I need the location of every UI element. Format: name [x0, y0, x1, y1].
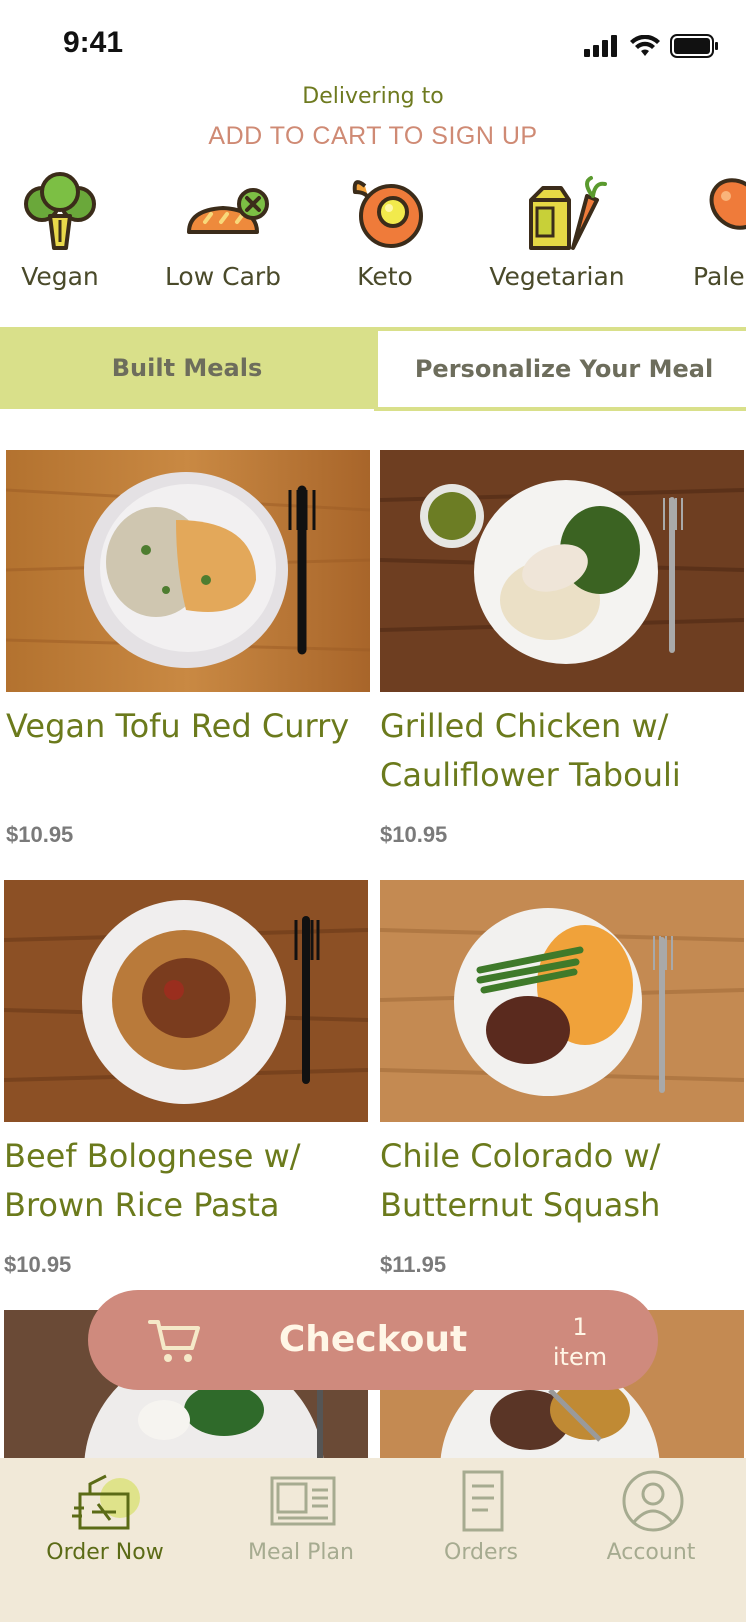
milk-carrot-icon [529, 176, 607, 250]
category-label: Paleo [693, 262, 746, 291]
meal-name: Grilled Chicken w/ Cauliflower Tabouli [380, 707, 681, 794]
egg-icon [352, 180, 423, 248]
meal-photo[interactable] [380, 880, 744, 1122]
signal-icon [584, 35, 617, 57]
bread-crossed-icon [187, 188, 269, 234]
drumstick-icon [709, 178, 746, 230]
order-bag-icon [72, 1474, 140, 1530]
tab-label: Orders [444, 1540, 518, 1565]
category-row[interactable]: Vegan Low Carb Keto Vegetarian Pale [0, 170, 746, 310]
tab-label: Meal Plan [248, 1540, 354, 1565]
category-label: Keto [357, 262, 413, 291]
status-bar: 9:41 [0, 0, 746, 90]
meal-price: $10.95 [4, 1252, 72, 1277]
bottom-tab-bar: Order Now Meal Plan Orders Account [0, 1458, 746, 1622]
tab-personalize-meal[interactable]: Personalize Your Meal [374, 327, 746, 411]
tab-label: Account [606, 1540, 696, 1565]
category-label: Low Carb [164, 262, 282, 291]
meal-photo[interactable] [380, 450, 744, 692]
wifi-icon [630, 35, 660, 56]
tab-account[interactable]: Account [558, 1458, 744, 1578]
category-label: Vegan [21, 262, 99, 291]
meal-price: $11.95 [380, 1252, 447, 1277]
category-label: Vegetarian [489, 262, 625, 291]
meal-price: $10.95 [6, 822, 74, 847]
meal-type-tabs: Built Meals Personalize Your Meal [0, 327, 746, 411]
broccoli-icon [24, 172, 96, 250]
tab-label: Order Now [46, 1540, 164, 1565]
receipt-icon [462, 1470, 504, 1532]
delivering-to-label: Delivering to [302, 84, 444, 109]
tab-built-meals[interactable]: Built Meals [0, 327, 374, 409]
tab-order-now[interactable]: Order Now [12, 1458, 198, 1578]
meal-price: $10.95 [380, 822, 448, 847]
tab-meal-plan[interactable]: Meal Plan [208, 1458, 394, 1578]
status-time: 9:41 [63, 26, 124, 59]
battery-icon [670, 34, 718, 58]
status-icons [584, 34, 718, 58]
meal-name: Beef Bolognese w/ Brown Rice Pasta [4, 1137, 301, 1224]
signup-prompt[interactable]: ADD TO CART TO SIGN UP [0, 122, 746, 151]
checkout-button[interactable]: Checkout 1 item [88, 1290, 658, 1390]
cart-item-count: 1 item [540, 1312, 620, 1372]
tab-orders[interactable]: Orders [388, 1458, 574, 1578]
cart-count-number: 1 [572, 1313, 588, 1341]
cart-count-unit: item [552, 1343, 608, 1371]
meal-photo[interactable] [4, 880, 368, 1122]
meal-photo[interactable] [6, 450, 370, 692]
account-icon [622, 1470, 684, 1532]
meal-name: Chile Colorado w/ Butternut Squash [380, 1137, 661, 1224]
meal-name: Vegan Tofu Red Curry [6, 707, 350, 745]
meal-plan-icon [270, 1476, 336, 1526]
